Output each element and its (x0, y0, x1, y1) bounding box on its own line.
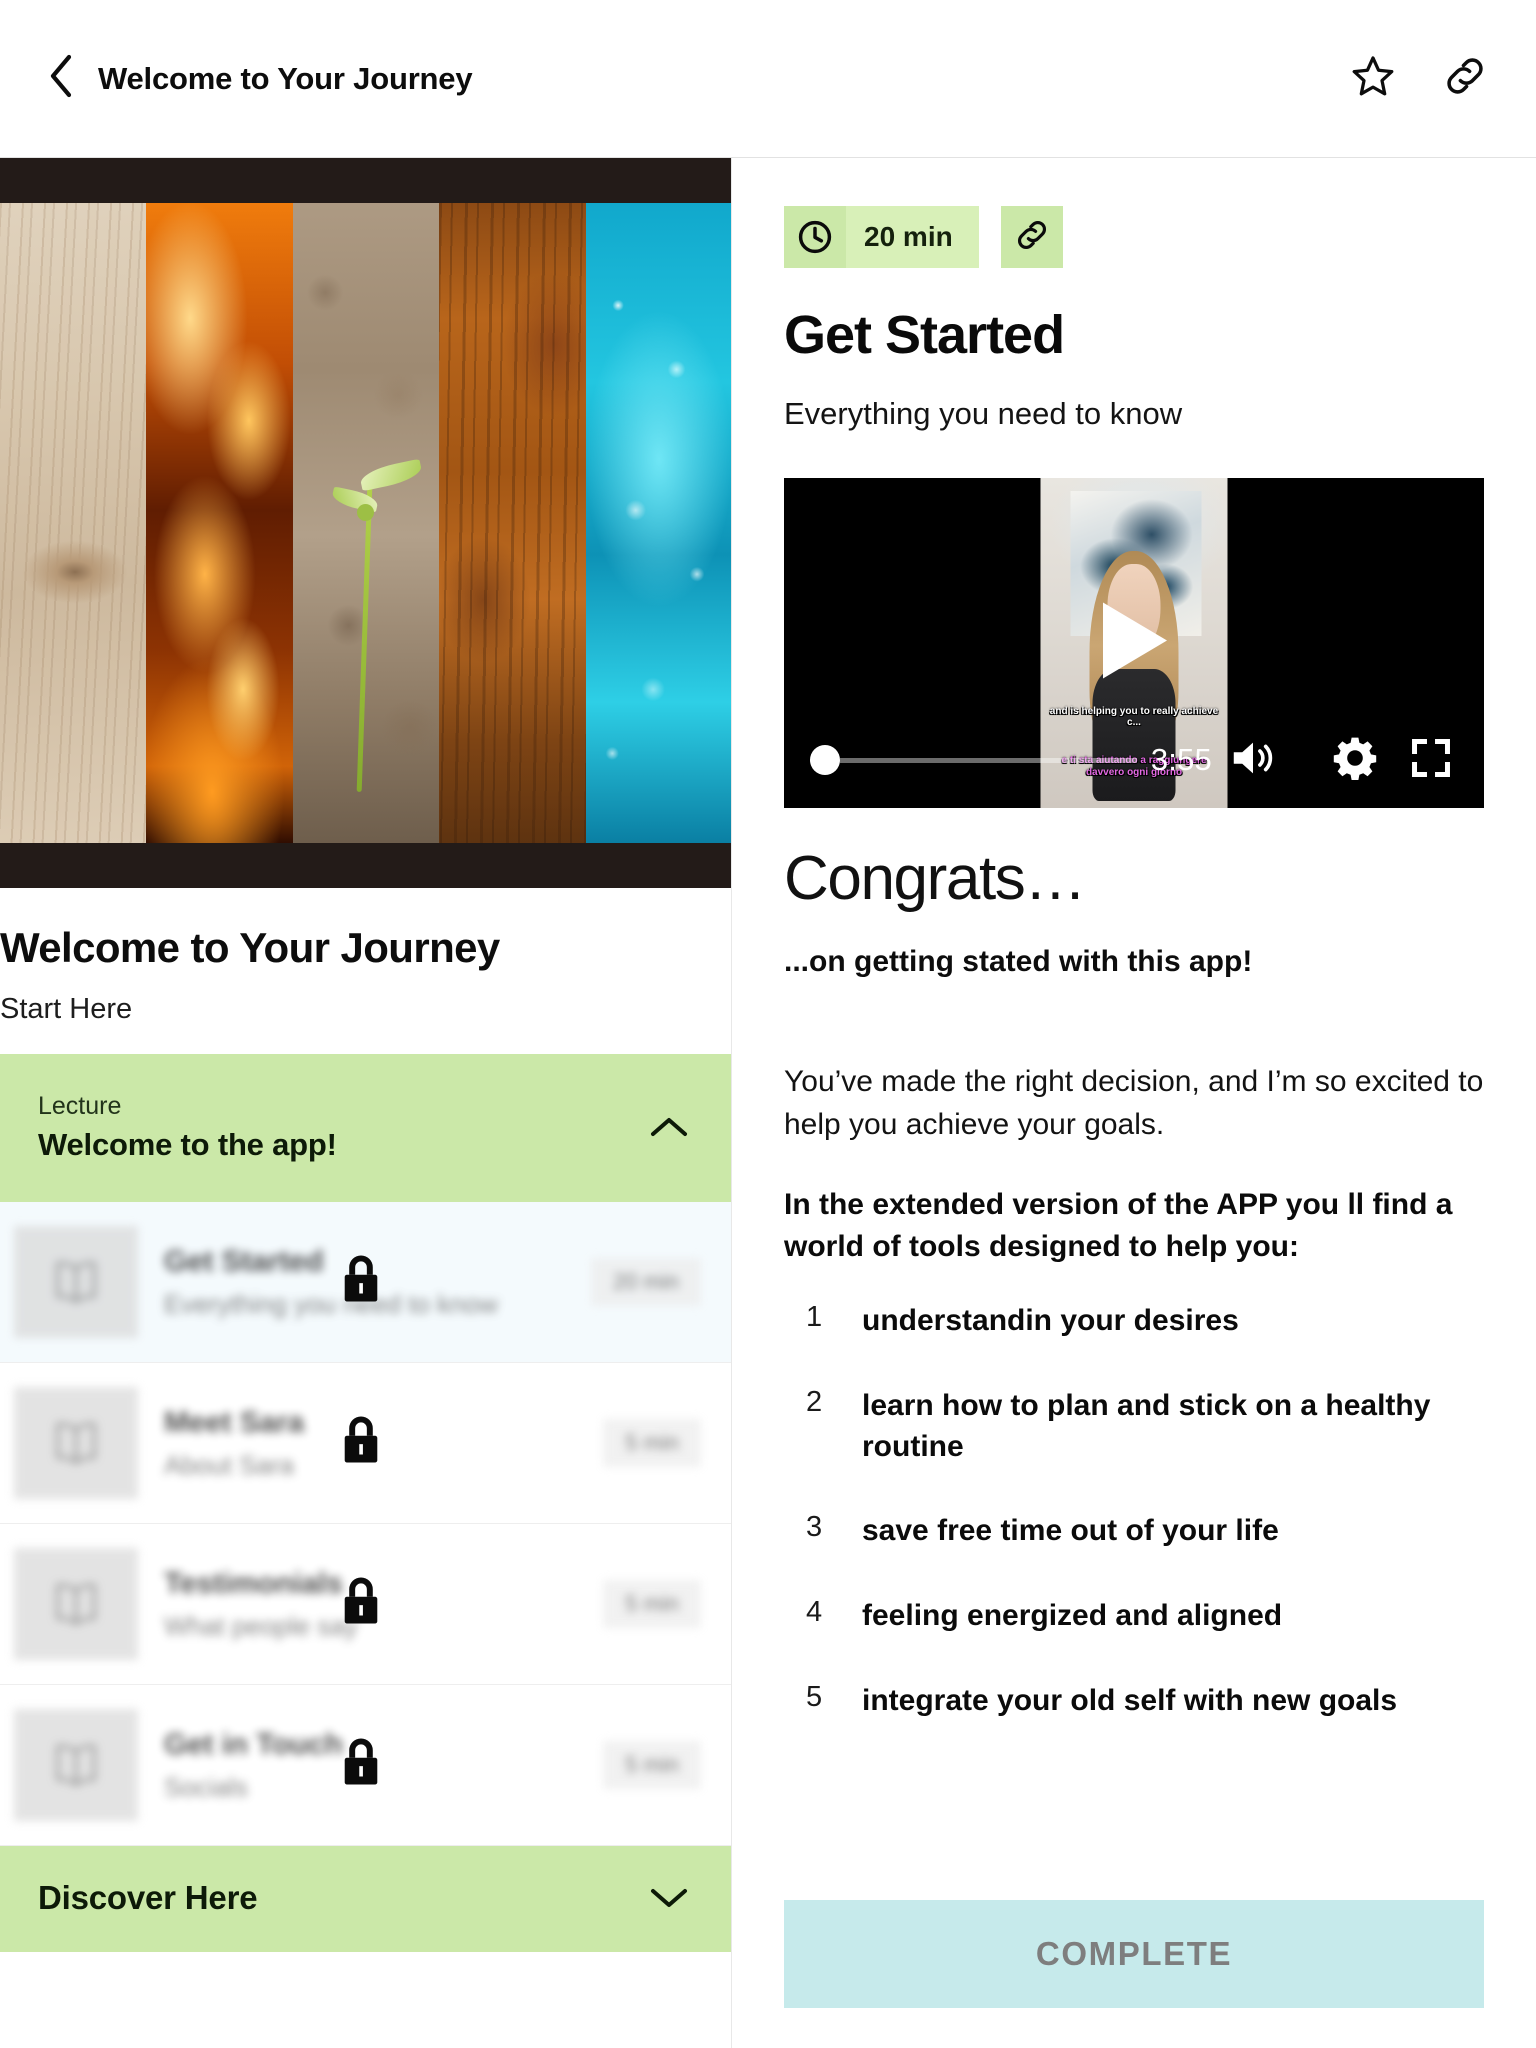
list-index: 4 (806, 1596, 823, 1629)
back-button[interactable] (38, 54, 84, 103)
hero-strip-wood (0, 203, 147, 843)
hero-elements-banner (0, 158, 731, 888)
duration-label: 20 min (864, 221, 953, 252)
congrats-heading: Congrats… (784, 844, 1086, 913)
list-text: understandin your desires (862, 1304, 1239, 1338)
play-icon (1097, 602, 1171, 687)
list-text: feeling energized and aligned (862, 1599, 1283, 1633)
intro-paragraph: You’ve made the right decision, and I’m … (784, 1065, 1484, 1141)
fullscreen-icon (1408, 735, 1454, 786)
lock-icon (338, 1252, 384, 1313)
book-icon (14, 1548, 138, 1661)
section-title: Discover Here (38, 1879, 258, 1917)
list-item: 4 feeling energized and aligned (784, 1596, 1484, 1637)
section-header-lecture[interactable]: Lecture Welcome to the app! (0, 1054, 731, 1203)
lock-icon (338, 1413, 384, 1474)
lock-icon (338, 1735, 384, 1796)
right-column: 20 min Get Started Everything you need t… (732, 158, 1536, 2048)
lesson-duration: 5 min (603, 1741, 701, 1790)
book-icon (14, 1709, 138, 1822)
hero-strips (0, 203, 731, 843)
list-item: 2 learn how to plan and stick on a healt… (784, 1386, 1484, 1468)
hero-strip-fire (146, 203, 293, 843)
star-outline-icon (1350, 53, 1396, 104)
progress-track (840, 757, 1137, 763)
course-title: Welcome to Your Journey (0, 924, 500, 971)
left-column: Welcome to Your Journey Start Here Lectu… (0, 158, 732, 2048)
link-icon (1014, 217, 1050, 258)
list-index: 1 (806, 1301, 823, 1334)
gear-icon (1331, 734, 1379, 787)
list-text: save free time out of your life (862, 1514, 1279, 1548)
section-header-discover[interactable]: Discover Here (0, 1846, 731, 1953)
section-kicker: Lecture (38, 1091, 122, 1120)
lesson-title-heading: Get Started (784, 305, 1065, 365)
page-title: Welcome to Your Journey (98, 60, 473, 96)
complete-button[interactable]: COMPLETE (784, 1900, 1484, 2008)
course-subtitle: Start Here (0, 993, 133, 1026)
lesson-list: Get Started Everything you need to know … (0, 1202, 731, 1847)
section-header-texts: Lecture Welcome to the app! (38, 1092, 645, 1163)
lesson-subtitle-text: Everything you need to know (784, 396, 1183, 431)
hero-strip-water (585, 203, 731, 843)
clock-icon (784, 206, 846, 268)
volume-icon (1228, 736, 1278, 785)
share-link-button[interactable] (1440, 54, 1490, 104)
video-player[interactable]: and is helping you to really achieve c..… (784, 478, 1484, 808)
top-bar: Welcome to Your Journey (0, 0, 1536, 158)
lesson-badges: 20 min (784, 158, 1484, 268)
list-index: 3 (806, 1511, 823, 1544)
list-item[interactable]: Testimonials What people say 5 min (0, 1524, 731, 1686)
section-header-texts: Discover Here (38, 1879, 645, 1917)
link-icon (1442, 53, 1488, 104)
seedling-stem (356, 484, 372, 792)
list-item[interactable]: Get Started Everything you need to know … (0, 1202, 731, 1364)
list-item[interactable]: Get in Touch Socials 5 min (0, 1685, 731, 1847)
list-text: learn how to plan and stick on a healthy… (862, 1388, 1431, 1463)
seedling-leaf-left (358, 459, 424, 492)
list-item[interactable]: Meet Sara About Sara 5 min (0, 1363, 731, 1525)
play-button[interactable] (1097, 599, 1171, 688)
lock-icon (338, 1574, 384, 1635)
list-index: 5 (806, 1681, 823, 1714)
left-course-meta: Welcome to Your Journey Start Here (0, 888, 731, 1054)
chevron-up-icon[interactable] (645, 1103, 693, 1151)
lesson-duration: 5 min (603, 1580, 701, 1629)
list-text: integrate your old self with new goals (862, 1684, 1398, 1718)
list-item: 5 integrate your old self with new goals (784, 1681, 1484, 1722)
list-item: 3 save free time out of your life (784, 1511, 1484, 1552)
main-content: Welcome to Your Journey Start Here Lectu… (0, 158, 1536, 2048)
fullscreen-button[interactable] (1404, 733, 1458, 787)
lesson-duration: 20 min (590, 1258, 701, 1307)
chevron-left-icon (48, 54, 74, 103)
congrats-subheading: ...on getting stated with this app! (784, 945, 1253, 979)
duration-badge: 20 min (784, 206, 979, 268)
volume-button[interactable] (1226, 733, 1280, 787)
book-icon (14, 1226, 138, 1339)
lesson-duration: 5 min (603, 1419, 701, 1468)
favorite-button[interactable] (1348, 54, 1398, 104)
list-item: 1 understandin your desires (784, 1301, 1484, 1342)
copy-link-button[interactable] (1000, 206, 1063, 268)
list-index: 2 (806, 1385, 823, 1418)
chevron-down-icon[interactable] (645, 1874, 693, 1922)
video-progress-scrubber[interactable] (810, 745, 1137, 775)
complete-bar: COMPLETE (784, 1886, 1484, 2008)
lead-paragraph: In the extended version of the APP you l… (784, 1188, 1453, 1263)
benefits-list: 1 understandin your desires 2 learn how … (784, 1301, 1484, 1722)
progress-knob[interactable] (810, 745, 840, 775)
hero-strip-earth (292, 203, 440, 843)
video-controls: 3:55 (784, 712, 1484, 808)
video-settings-button[interactable] (1328, 733, 1382, 787)
book-icon (14, 1387, 138, 1500)
top-bar-actions (1348, 54, 1498, 104)
hero-strip-metal (439, 203, 586, 843)
video-time: 3:55 (1150, 742, 1212, 777)
section-title: Welcome to the app! (38, 1126, 337, 1162)
seedling-bud (357, 503, 375, 521)
